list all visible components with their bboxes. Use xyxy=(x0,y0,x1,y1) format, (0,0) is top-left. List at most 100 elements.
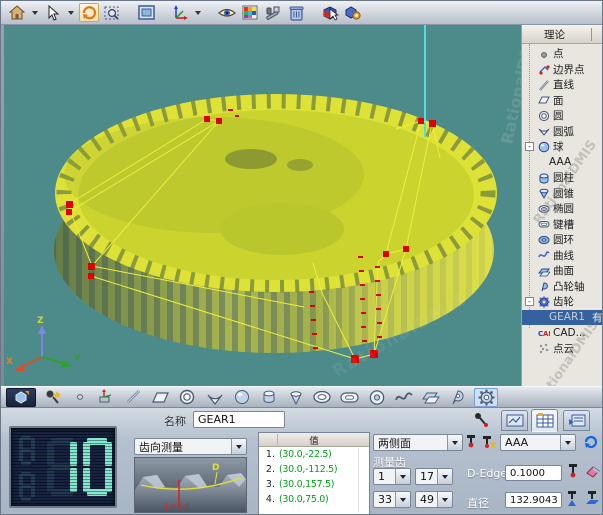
line-feature-button[interactable] xyxy=(123,388,144,407)
tab-report-view[interactable] xyxy=(563,410,590,431)
diameter-input[interactable] xyxy=(505,492,562,508)
csys-dropdown-caret[interactable] xyxy=(195,11,201,15)
measure-mode-combobox[interactable]: 齿向测量 xyxy=(134,438,247,455)
visibility-button[interactable] xyxy=(217,3,237,22)
tree-item-gear1-selected[interactable]: GEAR1 有坐 xyxy=(522,310,603,326)
table-row[interactable]: 2. (30.0,-112.5) xyxy=(259,462,369,477)
axis-y-label: Y xyxy=(73,354,81,364)
tree-item-camshaft[interactable]: 凸轮轴 xyxy=(522,279,603,295)
gear-expander[interactable]: - xyxy=(525,297,534,306)
gear-feature-button[interactable] xyxy=(474,388,498,407)
measurement-value-table[interactable]: 值 1. (30.0,-22.5) 2. (30.0,-112.5) 3. (3… xyxy=(258,432,370,515)
ellipse-feature-button[interactable] xyxy=(312,388,333,407)
cone-feature-button[interactable] xyxy=(285,388,306,407)
tree-item-slot[interactable]: 键槽 xyxy=(522,217,603,233)
slot-feature-button[interactable] xyxy=(339,388,360,407)
probe-cone-icon[interactable] xyxy=(565,490,582,507)
home-button[interactable] xyxy=(7,3,27,22)
rotate-icon xyxy=(81,5,98,21)
tree-item-aaa[interactable]: AAA xyxy=(522,155,603,171)
arc-feature-button[interactable] xyxy=(204,388,225,407)
view-mode-button[interactable] xyxy=(6,388,36,407)
spinner1-arrow[interactable] xyxy=(395,469,410,484)
circle-feature-button[interactable] xyxy=(177,388,198,407)
point-feature-button[interactable] xyxy=(69,388,90,407)
measure-mode-dropdown-arrow[interactable] xyxy=(231,439,246,454)
tree-item-plane[interactable]: 面 xyxy=(522,93,603,109)
surface-feature-button[interactable] xyxy=(420,388,441,407)
cmm-application-window: Z Y X RationalDMIS RationalDMIS 理论 点 xyxy=(0,0,603,515)
cylinder-feature-button[interactable] xyxy=(258,388,279,407)
sphere-feature-button[interactable] xyxy=(231,388,252,407)
flank-mode-dropdown-arrow[interactable] xyxy=(447,435,462,450)
csys-display-button[interactable] xyxy=(170,3,190,22)
tree-item-torus[interactable]: 圆环 xyxy=(522,232,603,248)
tree-item-line[interactable]: 直线 xyxy=(522,77,603,93)
cylinder-icon xyxy=(261,389,277,405)
probe-button[interactable] xyxy=(42,388,63,407)
probe-config-icon[interactable] xyxy=(481,434,498,451)
rotate-view-button[interactable] xyxy=(79,3,99,22)
tree-item-sphere[interactable]: - 球 xyxy=(522,139,603,155)
gear-model[interactable] xyxy=(54,94,497,353)
tree-item-circle[interactable]: 圆 xyxy=(522,108,603,124)
probe-icon xyxy=(44,389,62,405)
tree-item-point-cloud[interactable]: 点云 xyxy=(522,341,603,357)
tree-item-cylinder[interactable]: 圆柱 xyxy=(522,170,603,186)
tools-button[interactable] xyxy=(263,3,283,22)
probe-dropdown-arrow[interactable] xyxy=(560,435,575,450)
tree-item-arc[interactable]: 圆弧 xyxy=(522,124,603,140)
sphere-expander[interactable]: - xyxy=(525,142,534,151)
select-cursor-button[interactable] xyxy=(43,3,63,22)
table-row[interactable]: 3. (30.0,157.5) xyxy=(259,477,369,492)
dedge-input[interactable] xyxy=(505,465,562,481)
probe-combobox[interactable]: AAA xyxy=(500,434,576,451)
tooth-spinner-4[interactable]: 49 xyxy=(415,491,453,508)
viewport-3d[interactable]: Z Y X RationalDMIS RationalDMIS xyxy=(4,25,521,386)
tree-header[interactable]: 理论 xyxy=(522,25,603,44)
edit-feature-button[interactable] xyxy=(343,3,363,22)
pick-solid-button[interactable] xyxy=(320,3,340,22)
flank-mode-combobox[interactable]: 两侧面 xyxy=(373,434,463,451)
probe-tool-icon[interactable] xyxy=(473,411,490,428)
capture-view-button[interactable] xyxy=(136,3,156,22)
tooth-spinner-1[interactable]: 1 xyxy=(373,468,411,485)
tooth-spinner-2[interactable]: 17 xyxy=(415,468,453,485)
cursor-dropdown-caret[interactable] xyxy=(68,11,74,15)
probe-status-icon[interactable] xyxy=(463,434,480,451)
camshaft-feature-button[interactable] xyxy=(447,388,468,407)
home-dropdown-caret[interactable] xyxy=(32,11,38,15)
eraser-icon[interactable] xyxy=(584,463,601,480)
feature-name-input[interactable] xyxy=(193,411,285,428)
torus-feature-button[interactable] xyxy=(366,388,387,407)
camshaft-icon xyxy=(450,390,466,405)
tree-item-point[interactable]: 点 xyxy=(522,46,603,62)
refresh-icon[interactable] xyxy=(582,433,600,451)
zoom-window-button[interactable] xyxy=(102,3,122,22)
delete-button[interactable] xyxy=(286,3,306,22)
table-row[interactable]: 1. (30.0,-22.5) xyxy=(259,447,369,462)
tree-item-gear[interactable]: - 齿轮 xyxy=(522,294,603,310)
tree-item-cone[interactable]: 圆锥 xyxy=(522,186,603,202)
curve-feature-button[interactable] xyxy=(393,388,414,407)
color-settings-button[interactable] xyxy=(240,3,260,22)
spinner2-arrow[interactable] xyxy=(437,469,452,484)
tooth-spinner-3[interactable]: 33 xyxy=(373,491,411,508)
tree-item-ellipse[interactable]: 椭圆 xyxy=(522,201,603,217)
plane-feature-button[interactable] xyxy=(150,388,171,407)
curve-icon xyxy=(395,390,413,404)
tab-grid-view-selected[interactable] xyxy=(531,409,558,432)
tab-graphics-view[interactable] xyxy=(501,410,528,431)
csys-feature-button[interactable] xyxy=(96,388,117,407)
tree-item-surface[interactable]: 曲面 xyxy=(522,263,603,279)
tree-item-curve[interactable]: 曲线 xyxy=(522,248,603,264)
value-column-header: 值 xyxy=(309,436,319,447)
tree-item-cad[interactable]: CAD CAD... xyxy=(522,325,603,341)
measure-point-icon[interactable] xyxy=(565,463,582,480)
spinner4-arrow[interactable] xyxy=(437,492,452,507)
spinner3-arrow[interactable] xyxy=(395,492,410,507)
probe-plane-icon[interactable] xyxy=(584,490,601,507)
table-row[interactable]: 4. (30.0,75.0) xyxy=(259,492,369,507)
tree-item-boundary-point[interactable]: 边界点 xyxy=(522,62,603,78)
tree-header-column-divider[interactable] xyxy=(591,28,592,41)
